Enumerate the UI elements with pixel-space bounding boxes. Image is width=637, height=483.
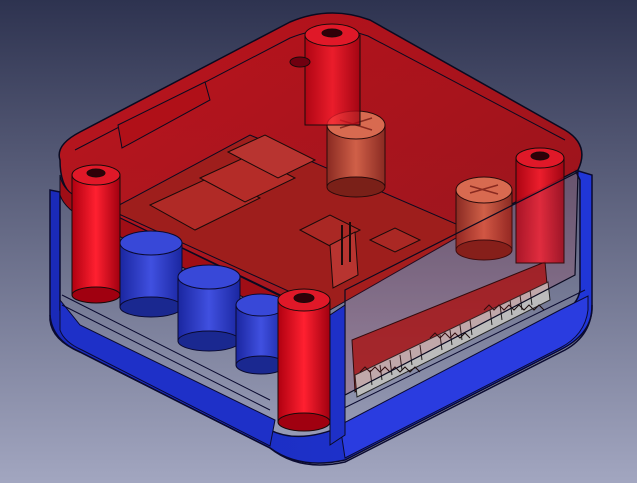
screw-hole-icon	[530, 151, 550, 161]
screw-post-front-left[interactable]	[71, 164, 121, 304]
screw-post-front[interactable]	[277, 288, 331, 432]
3d-viewport[interactable]	[0, 0, 637, 483]
enclosure-edge-outline	[329, 304, 346, 446]
screw-hole-icon	[293, 293, 315, 303]
screw-hole-icon	[321, 28, 343, 38]
capacitor-blue-1[interactable]	[119, 230, 183, 318]
capacitor-blue-2[interactable]	[177, 264, 241, 352]
screw-hole-icon	[289, 56, 311, 68]
viewport-canvas[interactable]	[0, 0, 637, 483]
screw-hole-icon	[86, 168, 106, 178]
